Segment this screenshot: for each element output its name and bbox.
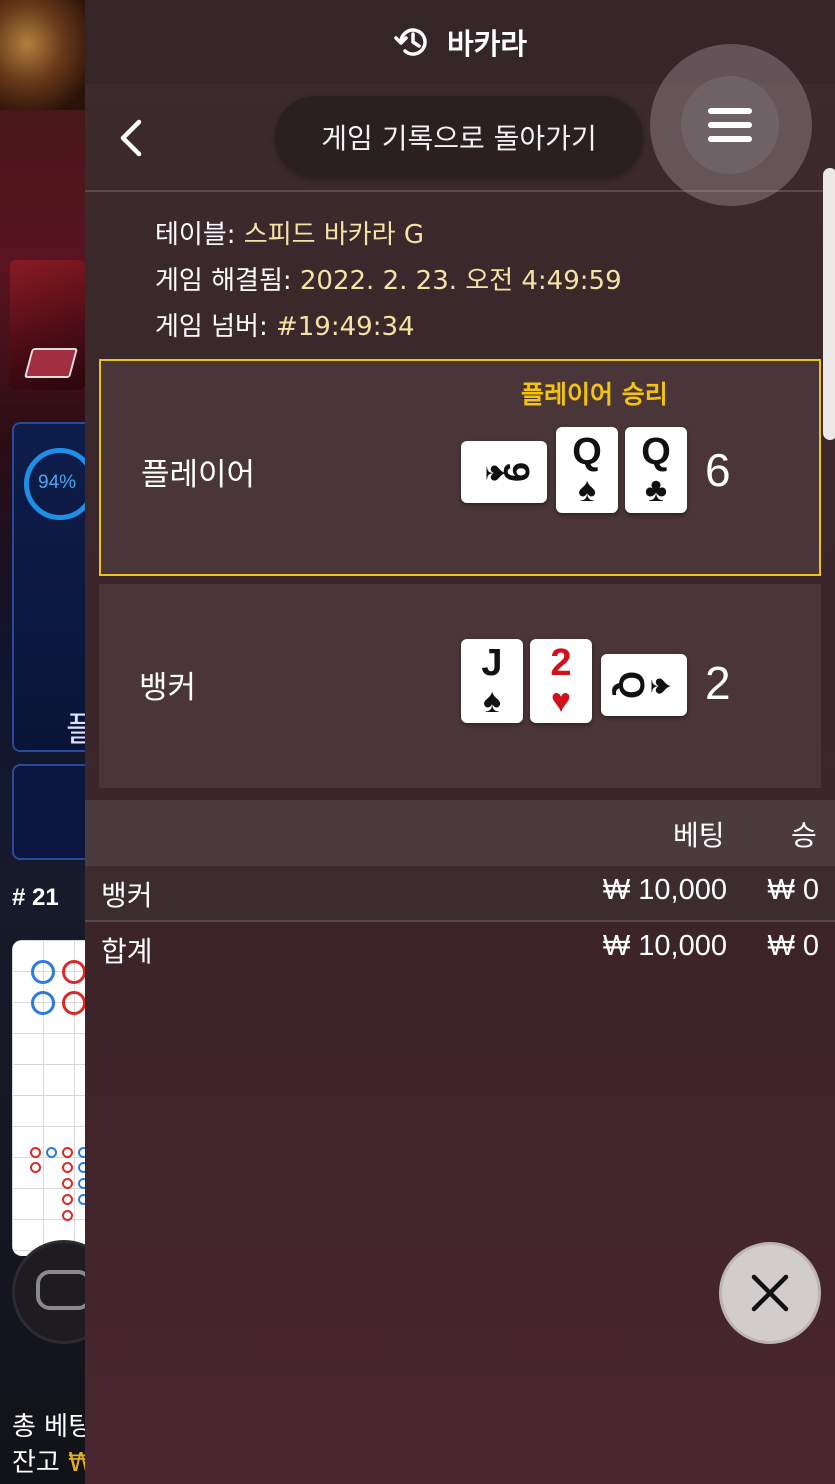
playing-card: J ♠ [461, 639, 523, 723]
road-player-dot [31, 960, 55, 984]
table-row: 뱅커 ₩ 10,000 ₩ 0 [85, 866, 835, 922]
card-suit: ♥ [550, 682, 572, 720]
table-value: 스피드 바카라 G [243, 220, 424, 250]
resolved-label: 게임 해결됨: [155, 266, 292, 296]
resolved-value: 2022. 2. 23. 오전 4:49:59 [299, 266, 622, 296]
playing-card: Q ♠ [601, 654, 687, 716]
playing-card: Q ♠ [556, 427, 618, 513]
panel-title: 바카라 [446, 27, 528, 61]
balance-label: 잔고 [12, 1448, 60, 1478]
history-icon [394, 28, 427, 56]
road-mini-dot [30, 1147, 41, 1158]
road-mini-dot [30, 1162, 41, 1173]
card-suit: ♠ [482, 682, 502, 720]
card-shoe-card [23, 348, 79, 378]
game-number-label: 게임 넘버: [155, 312, 268, 342]
road-banker-dot [62, 960, 86, 984]
background-curtain [0, 0, 90, 110]
game-number-value: #19:49:34 [275, 312, 415, 342]
table-label: 테이블: [155, 220, 236, 250]
round-number: # 21 [12, 884, 59, 911]
row-win: ₩ 0 [767, 930, 819, 962]
road-mini-dot [62, 1147, 73, 1158]
scrollbar[interactable] [823, 168, 835, 440]
playing-card: ♠ 9 [461, 441, 547, 503]
player-score: 6 [705, 444, 731, 496]
resolved-info: 게임 해결됨: 2022. 2. 23. 오전 4:49:59 [155, 260, 622, 297]
winner-label: 플레이어 승리 [521, 380, 668, 409]
card-rank: 9 [496, 461, 538, 483]
road-mini-dot [62, 1178, 73, 1189]
banker-score: 2 [705, 657, 731, 709]
game-history-panel: 바카라 게임 기록으로 돌아가기 테이블: 스피드 바카라 G 게임 해결됨: … [85, 0, 835, 1484]
row-bet: ₩ 10,000 [602, 874, 727, 906]
back-to-history-button[interactable]: 게임 기록으로 돌아가기 [275, 96, 643, 178]
player-label: 플레이어 [141, 457, 256, 493]
close-glyph [751, 1274, 789, 1312]
card-suit: ♠ [644, 677, 680, 695]
row-win: ₩ 0 [767, 874, 819, 906]
bet-column-header: 베팅 [673, 819, 725, 852]
row-name: 뱅커 [101, 879, 153, 912]
card-rank: J [481, 642, 503, 684]
row-name: 합계 [101, 935, 153, 968]
playing-card: Q ♣ [625, 427, 687, 513]
card-rank: Q [641, 431, 671, 473]
road-banker-dot [62, 991, 86, 1015]
card-suit: ♣ [644, 471, 668, 509]
game-number-info: 게임 넘버: #19:49:34 [155, 306, 415, 343]
chip-stack-icon [36, 1270, 92, 1310]
table-info: 테이블: 스피드 바카라 G [155, 214, 424, 251]
banker-label: 뱅커 [139, 670, 197, 706]
card-rank: Q [572, 431, 602, 473]
road-mini-dot [62, 1210, 73, 1221]
card-suit: ♠ [577, 471, 597, 509]
row-bet: ₩ 10,000 [602, 930, 727, 962]
stat-percent: 94% [38, 472, 77, 493]
road-mini-dot [62, 1194, 73, 1205]
road-mini-dot [46, 1147, 57, 1158]
playing-card: 2 ♥ [530, 639, 592, 723]
player-result: 플레이어 승리 플레이어 ♠ 9 Q ♠ Q ♣ 6 [99, 359, 821, 576]
close-icon[interactable] [719, 1242, 821, 1344]
win-column-header: 승 [791, 819, 817, 852]
road-mini-dot [62, 1162, 73, 1173]
banker-result: 뱅커 J ♠ 2 ♥ Q ♠ 2 [99, 584, 821, 788]
bets-table-header: 베팅 승 [85, 800, 835, 866]
table-row-total: 합계 ₩ 10,000 ₩ 0 [85, 922, 835, 978]
card-rank: 2 [550, 642, 572, 684]
chevron-left-icon[interactable] [111, 116, 151, 160]
road-player-dot [31, 991, 55, 1015]
hamburger-menu-icon[interactable] [681, 76, 779, 174]
